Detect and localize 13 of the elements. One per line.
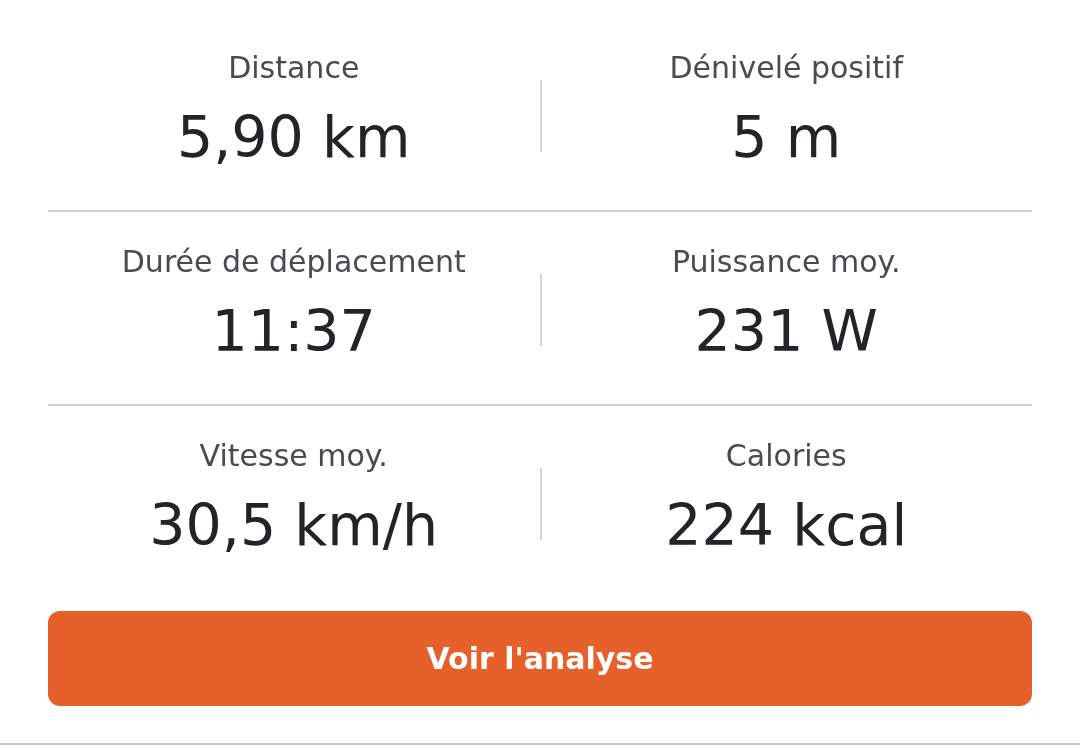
- stat-label: Durée de déplacement: [121, 243, 466, 281]
- stat-value: 5 m: [731, 103, 842, 172]
- stat-label: Puissance moy.: [671, 243, 901, 281]
- stat-label: Vitesse moy.: [199, 437, 388, 475]
- stat-value: 224 kcal: [665, 491, 908, 560]
- stat-value: 231 W: [694, 297, 878, 366]
- stat-label: Calories: [725, 437, 847, 475]
- stat-value: 5,90 km: [176, 103, 411, 172]
- stat-label: Distance: [228, 49, 360, 87]
- stat-value: 11:37: [211, 297, 376, 366]
- stat-label: Dénivelé positif: [669, 49, 903, 87]
- stat-value: 30,5 km/h: [149, 491, 439, 560]
- analysis-button[interactable]: Voir l'analyse: [48, 611, 1032, 706]
